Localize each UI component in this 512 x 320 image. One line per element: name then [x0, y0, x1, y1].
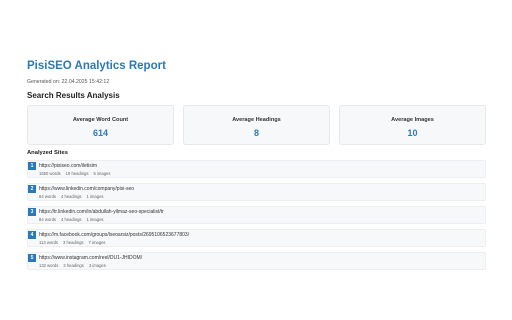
report-title: PisiSEO Analytics Report — [27, 60, 166, 72]
site-headings-count: 4 headings — [61, 217, 82, 222]
site-images-count: 3 images — [88, 263, 106, 268]
site-images-count: 1 images — [86, 194, 104, 199]
site-stats: 84 words 4 headings 1 images — [39, 194, 109, 199]
card-label: Average Images — [391, 117, 434, 123]
generated-timestamp: Generated on: 22.04.2025 15:42:12 — [27, 79, 110, 85]
site-number-badge: 2 — [28, 185, 36, 193]
site-word-count: 132 words — [39, 263, 59, 268]
site-headings-count: 2 headings — [63, 263, 84, 268]
site-headings-count: 4 headings — [61, 194, 82, 199]
site-word-count: 84 words — [39, 194, 56, 199]
site-url-link[interactable]: https://pisiseo.com/iletisim — [39, 163, 97, 169]
site-stats: 1550 words 19 headings 5 images — [39, 171, 115, 176]
site-number-badge: 1 — [28, 162, 36, 170]
site-row: 1 https://pisiseo.com/iletisim 1550 word… — [27, 160, 486, 178]
average-word-count-card: Average Word Count 614 — [27, 105, 174, 145]
site-images-count: 5 images — [93, 171, 111, 176]
site-images-count: 7 images — [88, 240, 106, 245]
site-url-link[interactable]: https://www.instagram.com/reel/DU1-JHIDO… — [39, 255, 142, 261]
card-value: 10 — [407, 128, 418, 138]
section-heading: Search Results Analysis — [27, 91, 120, 100]
report-page: PisiSEO Analytics Report Generated on: 2… — [0, 0, 512, 320]
site-url-link[interactable]: https://m.facebook.com/groups/lseoarsiz/… — [39, 232, 189, 238]
analyzed-sites-heading: Analyzed Sites — [27, 150, 68, 156]
site-stats: 132 words 2 headings 3 images — [39, 263, 111, 268]
site-number-badge: 5 — [28, 254, 36, 262]
average-headings-card: Average Headings 8 — [183, 105, 330, 145]
site-url-link[interactable]: https://www.linkedin.com/company/pisi-se… — [39, 186, 134, 192]
site-stats: 84 words 4 headings 1 images — [39, 217, 109, 222]
site-number-badge: 4 — [28, 231, 36, 239]
site-word-count: 84 words — [39, 217, 56, 222]
average-images-card: Average Images 10 — [339, 105, 486, 145]
site-row: 2 https://www.linkedin.com/company/pisi-… — [27, 183, 486, 201]
site-headings-count: 3 headings — [63, 240, 84, 245]
site-word-count: 1550 words — [39, 171, 61, 176]
site-images-count: 1 images — [86, 217, 104, 222]
site-number-badge: 3 — [28, 208, 36, 216]
card-value: 614 — [92, 128, 109, 138]
site-url-link[interactable]: https://tr.linkedin.com/in/abdullah-yilm… — [39, 209, 164, 215]
site-row: 5 https://www.instagram.com/reel/DU1-JHI… — [27, 252, 486, 270]
card-label: Average Headings — [232, 117, 281, 123]
site-stats: 113 words 3 headings 7 images — [39, 240, 111, 245]
summary-cards: Average Word Count 614 Average Headings … — [27, 105, 486, 145]
card-label: Average Word Count — [72, 117, 129, 123]
card-value: 8 — [253, 128, 259, 138]
site-row: 4 https://m.facebook.com/groups/lseoarsi… — [27, 229, 486, 247]
site-row: 3 https://tr.linkedin.com/in/abdullah-yi… — [27, 206, 486, 224]
site-headings-count: 19 headings — [65, 171, 89, 176]
site-word-count: 113 words — [39, 240, 59, 245]
